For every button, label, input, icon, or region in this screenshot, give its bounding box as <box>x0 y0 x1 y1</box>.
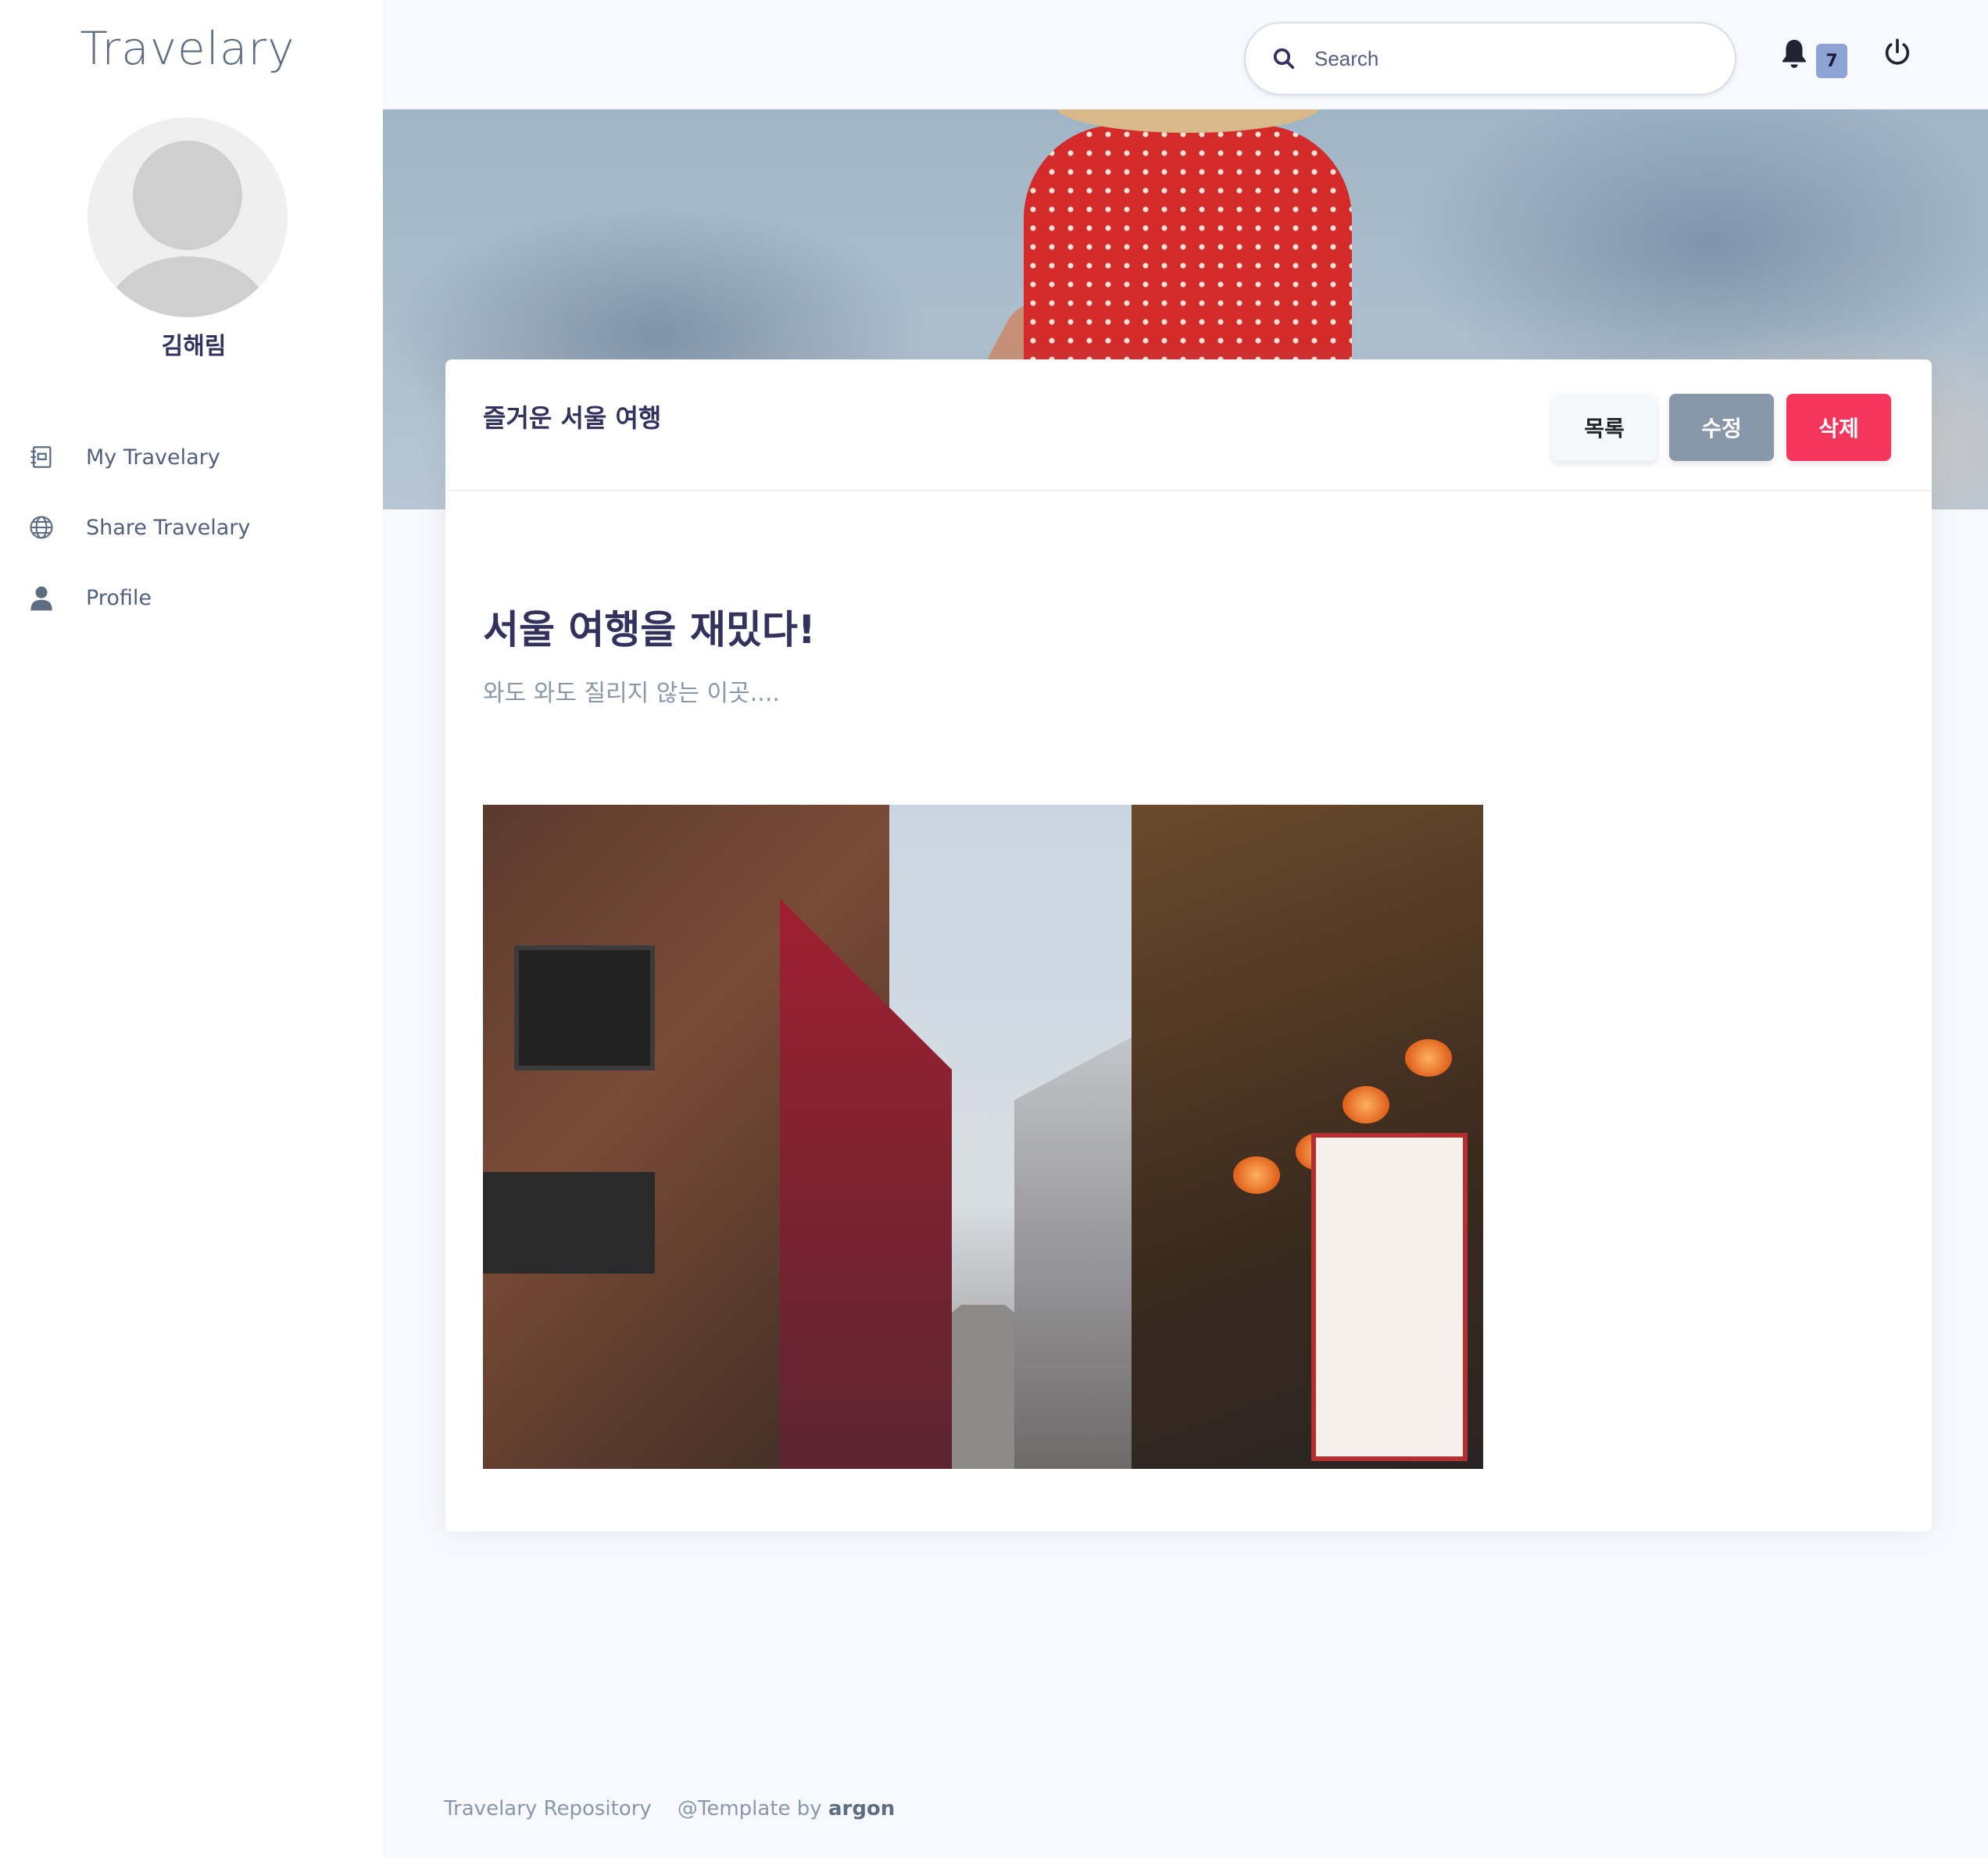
post-title: 서울 여행을 재밌다! <box>483 607 816 652</box>
edit-button[interactable]: 수정 <box>1669 394 1774 461</box>
sidebar-nav: My Travelary Share Travelary Profile <box>0 422 383 633</box>
photo-lantern <box>1233 1156 1280 1194</box>
sidebar-item-profile[interactable]: Profile <box>0 563 383 633</box>
photo-building-left-front <box>780 899 952 1469</box>
sidebar-item-my-travelary[interactable]: My Travelary <box>0 422 383 492</box>
footer: Travelary Repository @Template by argon <box>444 1797 895 1820</box>
footer-template-link[interactable]: argon <box>828 1797 895 1820</box>
globe-icon <box>27 513 56 542</box>
footer-repo-link[interactable]: Travelary Repository <box>444 1797 652 1820</box>
top-navbar: 7 <box>383 0 1988 109</box>
notification-badge: 7 <box>1816 44 1847 78</box>
sidebar-item-label: My Travelary <box>86 445 220 470</box>
post-subtitle: 와도 와도 질리지 않는 이곳.... <box>483 680 780 707</box>
sidebar: Travelary 김해림 My Travelary Share Travela… <box>0 0 383 1858</box>
search-input[interactable] <box>1314 46 1705 71</box>
bell-icon[interactable] <box>1780 38 1811 72</box>
photo-lantern <box>1343 1086 1389 1124</box>
search-icon <box>1272 45 1299 72</box>
search-box[interactable] <box>1244 22 1736 95</box>
photo-window <box>514 945 655 1070</box>
post-photo <box>483 805 1483 1469</box>
post-card: 즐거운 서울 여행 목록 수정 삭제 서울 여행을 재밌다! 와도 와도 질리지… <box>445 359 1932 1531</box>
avatar-head <box>133 141 242 250</box>
brand-logo[interactable]: Travelary <box>0 22 375 75</box>
power-icon[interactable] <box>1882 38 1915 70</box>
sidebar-item-label: Profile <box>86 585 152 610</box>
sidebar-item-share-travelary[interactable]: Share Travelary <box>0 492 383 563</box>
user-icon <box>27 583 56 613</box>
photo-menu-board <box>1311 1133 1468 1461</box>
footer-template-prefix: @Template by <box>677 1797 822 1820</box>
card-title: 즐거운 서울 여행 <box>483 403 662 433</box>
user-name: 김해림 <box>161 333 227 360</box>
photo-lantern <box>1405 1039 1452 1077</box>
post-card-header: 즐거운 서울 여행 목록 수정 삭제 <box>445 359 1932 491</box>
delete-button[interactable]: 삭제 <box>1786 394 1891 461</box>
avatar-body <box>102 256 274 317</box>
sidebar-item-label: Share Travelary <box>86 515 251 540</box>
list-button[interactable]: 목록 <box>1552 394 1657 461</box>
avatar <box>88 117 288 317</box>
photo-sign <box>483 1172 655 1274</box>
notebook-icon <box>27 442 56 472</box>
